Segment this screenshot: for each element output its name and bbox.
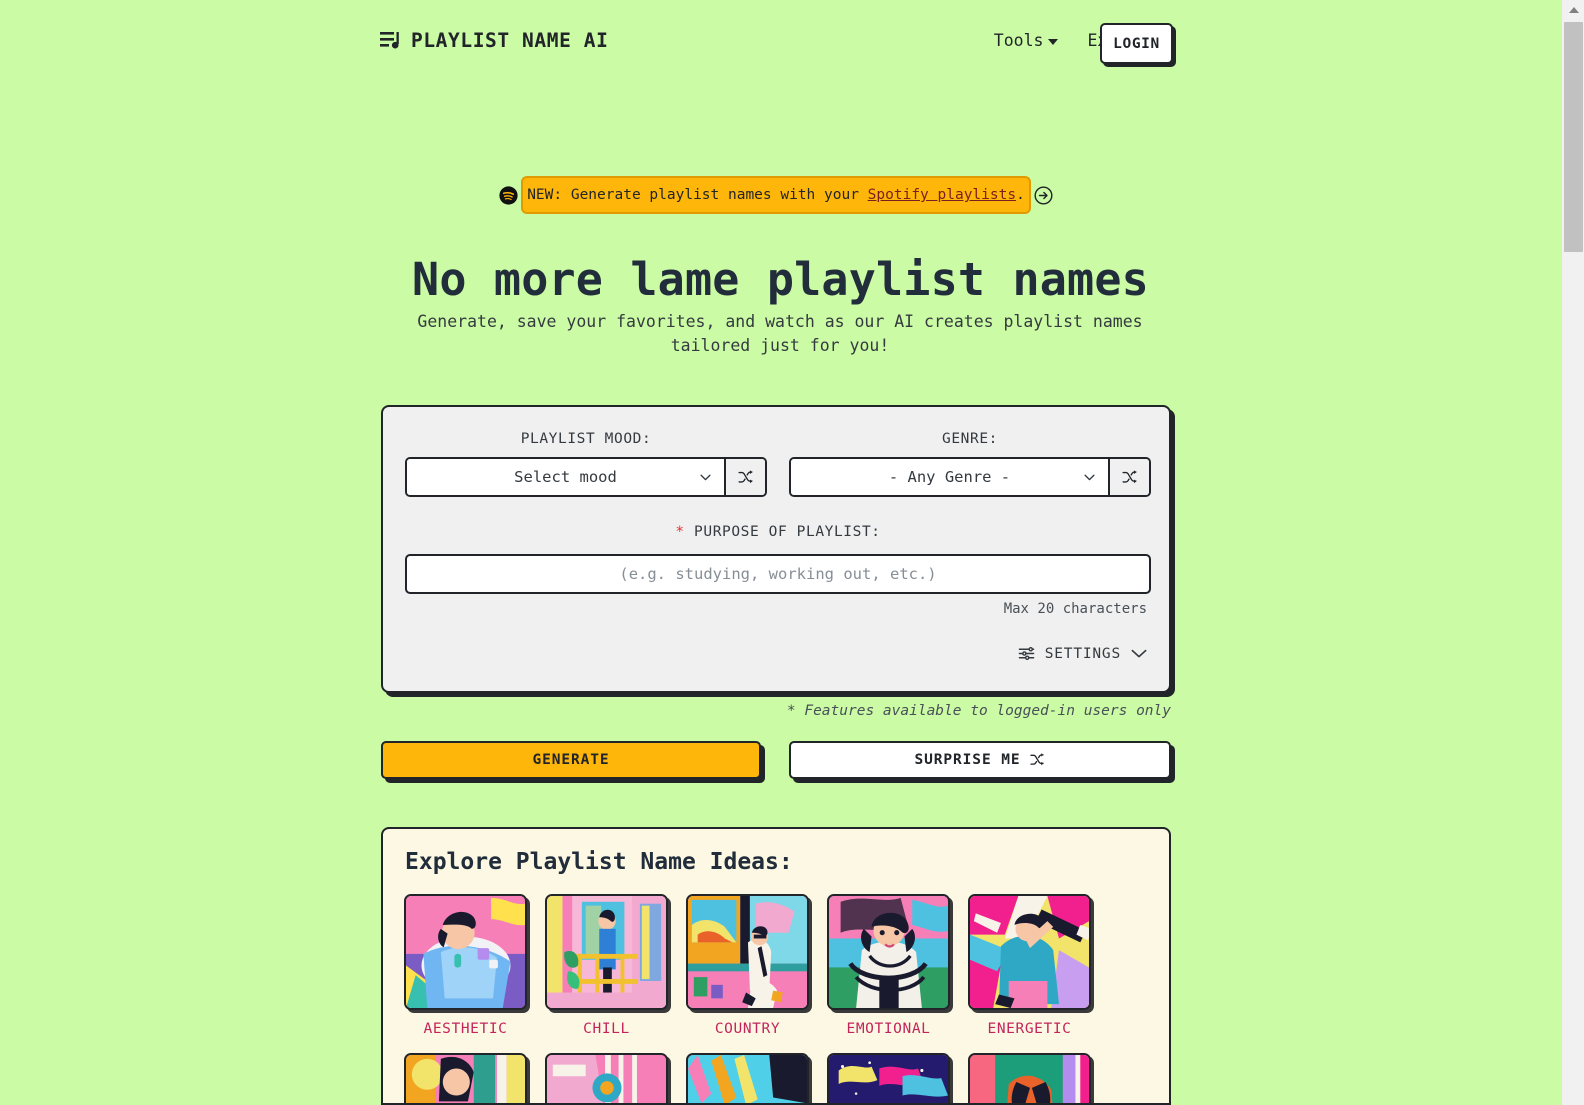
card-label: AESTHETIC: [423, 1021, 508, 1037]
genre-label: GENRE:: [942, 431, 998, 447]
shuffle-icon: [738, 469, 753, 483]
explore-card-emotional[interactable]: EMOTIONAL: [827, 894, 950, 1037]
chevron-down-icon: [1048, 39, 1059, 45]
nav-tools-label: Tools: [993, 31, 1044, 50]
mood-select[interactable]: Select mood: [407, 459, 724, 495]
login-button[interactable]: LOGIN: [1100, 23, 1173, 64]
vertical-scrollbar[interactable]: [1561, 0, 1584, 1105]
settings-label: SETTINGS: [1044, 645, 1121, 662]
generator-form-panel: PLAYLIST MOOD: Select mood GENRE: - Any …: [381, 405, 1171, 693]
purpose-label-text: PURPOSE OF PLAYLIST:: [694, 524, 881, 540]
card-artwork: [827, 1053, 950, 1103]
arrow-right-circle-icon[interactable]: [1034, 185, 1053, 205]
banner-text: NEW: Generate playlist names with your S…: [527, 187, 1025, 203]
chevron-down-icon: [1084, 474, 1095, 481]
settings-toggle[interactable]: SETTINGS: [1018, 645, 1147, 662]
playlist-note-icon: [380, 31, 402, 50]
explore-card-row2-4[interactable]: [827, 1053, 950, 1103]
scrollbar-thumb[interactable]: [1564, 22, 1583, 252]
explore-card-row2-1[interactable]: [404, 1053, 527, 1103]
spotify-icon: [499, 185, 518, 205]
card-artwork: [827, 894, 950, 1010]
card-artwork: [686, 1053, 809, 1103]
site-header: PLAYLIST NAME AI Tools Explore LOGIN: [0, 0, 1561, 88]
card-artwork: [686, 894, 809, 1010]
card-label: COUNTRY: [714, 1021, 781, 1037]
explore-card-row2-2[interactable]: [545, 1053, 668, 1103]
nav-item-tools[interactable]: Tools: [994, 31, 1059, 50]
genre-select-value: - Any Genre -: [888, 468, 1011, 486]
max-characters-hint: Max 20 characters: [1003, 601, 1147, 617]
surprise-me-label: SURPRISE ME: [914, 752, 1021, 768]
explore-card-aesthetic[interactable]: AESTHETIC: [404, 894, 527, 1037]
required-asterisk: *: [675, 524, 685, 540]
card-label: ENERGETIC: [987, 1021, 1072, 1037]
card-label: EMOTIONAL: [846, 1021, 931, 1037]
logo-text: PLAYLIST NAME AI: [411, 29, 609, 52]
explore-cards-grid: AESTHETIC CHILL COUNTRY EMOTIONAL ENERGE…: [404, 894, 1154, 1103]
scroll-up-arrow-icon[interactable]: [1562, 0, 1584, 20]
mood-select-value: Select mood: [514, 468, 617, 486]
explore-card-row2-3[interactable]: [686, 1053, 809, 1103]
mood-select-wrap: Select mood: [405, 457, 767, 497]
page-subtitle: Generate, save your favorites, and watch…: [417, 312, 1143, 355]
purpose-input[interactable]: [405, 554, 1151, 594]
spotify-playlists-link[interactable]: Spotify playlists: [868, 187, 1016, 203]
mood-label: PLAYLIST MOOD:: [520, 431, 652, 447]
generate-button[interactable]: GENERATE: [381, 741, 761, 779]
page-title: No more lame playlist names: [412, 253, 1149, 306]
card-label: CHILL: [583, 1021, 630, 1037]
shuffle-icon: [1030, 753, 1045, 766]
page-root: PLAYLIST NAME AI Tools Explore LOGIN NEW…: [0, 0, 1561, 1105]
mood-shuffle-button[interactable]: [724, 459, 765, 495]
chevron-down-icon: [1131, 649, 1147, 658]
card-artwork: [404, 894, 527, 1010]
features-note: * Features available to logged-in users …: [786, 703, 1171, 719]
banner-text-after: .: [1016, 187, 1025, 203]
surprise-me-button[interactable]: SURPRISE ME: [789, 741, 1171, 779]
purpose-label: * PURPOSE OF PLAYLIST:: [383, 524, 1173, 540]
card-artwork: [545, 1053, 668, 1103]
card-artwork: [968, 1053, 1091, 1103]
genre-field-group: GENRE: - Any Genre -: [789, 431, 1151, 497]
sliders-icon: [1018, 646, 1035, 661]
explore-panel: Explore Playlist Name Ideas: AESTHETIC C…: [381, 827, 1171, 1105]
explore-card-energetic[interactable]: ENERGETIC: [968, 894, 1091, 1037]
banner-text-before: NEW: Generate playlist names with your: [527, 187, 868, 203]
genre-shuffle-button[interactable]: [1108, 459, 1149, 495]
card-artwork: [404, 1053, 527, 1103]
mood-field-group: PLAYLIST MOOD: Select mood: [405, 431, 767, 497]
genre-select-wrap: - Any Genre -: [789, 457, 1151, 497]
genre-select[interactable]: - Any Genre -: [791, 459, 1108, 495]
logo[interactable]: PLAYLIST NAME AI: [380, 29, 608, 52]
explore-title: Explore Playlist Name Ideas:: [405, 849, 793, 875]
card-artwork: [545, 894, 668, 1010]
shuffle-icon: [1122, 469, 1137, 483]
card-artwork: [968, 894, 1091, 1010]
explore-card-chill[interactable]: CHILL: [545, 894, 668, 1037]
spotify-promo-banner[interactable]: NEW: Generate playlist names with your S…: [499, 176, 1053, 214]
chevron-down-icon: [700, 474, 711, 481]
explore-card-country[interactable]: COUNTRY: [686, 894, 809, 1037]
explore-card-row2-5[interactable]: [968, 1053, 1091, 1103]
